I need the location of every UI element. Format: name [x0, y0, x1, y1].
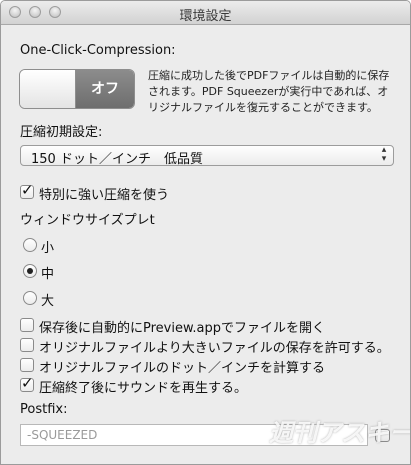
compression-description-1: 圧縮に成功した後でPDFファイルは自動的に保存: [148, 69, 390, 82]
window-title: 環境設定: [179, 9, 232, 24]
calc-dpi-label: オリジナルファイルのドット／インチを計算する: [39, 361, 326, 376]
allow-larger-checkbox[interactable]: [20, 338, 34, 352]
initial-setting-label: 圧縮初期設定:: [20, 125, 103, 140]
radio-large[interactable]: [23, 291, 37, 305]
strong-compression-checkbox[interactable]: ✓: [20, 181, 34, 199]
checkmark-icon: ✓: [21, 374, 34, 392]
radio-medium[interactable]: [23, 264, 37, 278]
allow-larger-label: オリジナルファイルより大きいファイルの保存を許可する。: [39, 341, 390, 356]
compression-description-2: されます。PDF Squeezerが実行中であれば、オ: [148, 85, 389, 98]
radio-large-label: 大: [41, 294, 55, 309]
radio-small-label: 小: [41, 241, 55, 256]
postfix-label: Postfix:: [20, 402, 68, 417]
preferences-window: 環境設定 One-Click-Compression: オフ 圧縮に成功した後で…: [0, 0, 411, 465]
compression-heading: One-Click-Compression:: [20, 43, 176, 58]
open-preview-label: 保存後に自動的にPreview.appでファイルを開く: [39, 321, 326, 336]
play-sound-checkbox[interactable]: ✓: [20, 374, 34, 392]
title-bar: 環境設定: [1, 1, 410, 25]
checkmark-icon: ✓: [21, 181, 34, 199]
select-arrows-icon: ▴ ▾: [381, 145, 387, 164]
calc-dpi-checkbox[interactable]: [20, 358, 34, 372]
window-size-label: ウィンドウサイズプレt: [20, 213, 155, 228]
watermark-logo: 週刊アスキー: [269, 419, 411, 447]
compression-toggle[interactable]: オフ: [19, 69, 135, 109]
postfix-value: -SQUEEZED: [27, 428, 98, 442]
compression-preset-value: 150 ドット／インチ 低品質: [31, 152, 203, 167]
radio-medium-label: 中: [41, 267, 55, 282]
open-preview-checkbox[interactable]: [20, 318, 34, 332]
radio-selected-dot: [27, 268, 33, 274]
compression-preset-select[interactable]: 150 ドット／インチ 低品質 ▴ ▾: [20, 145, 394, 167]
toggle-off-label: オフ: [76, 70, 134, 108]
toggle-knob[interactable]: [20, 70, 76, 108]
play-sound-label: 圧縮終了後にサウンドを再生する。: [39, 381, 248, 396]
radio-small[interactable]: [23, 238, 37, 252]
compression-description-3: リジナルファイルを復元することができます。: [148, 101, 378, 114]
strong-compression-label: 特別に強い圧縮を使う: [39, 188, 170, 203]
